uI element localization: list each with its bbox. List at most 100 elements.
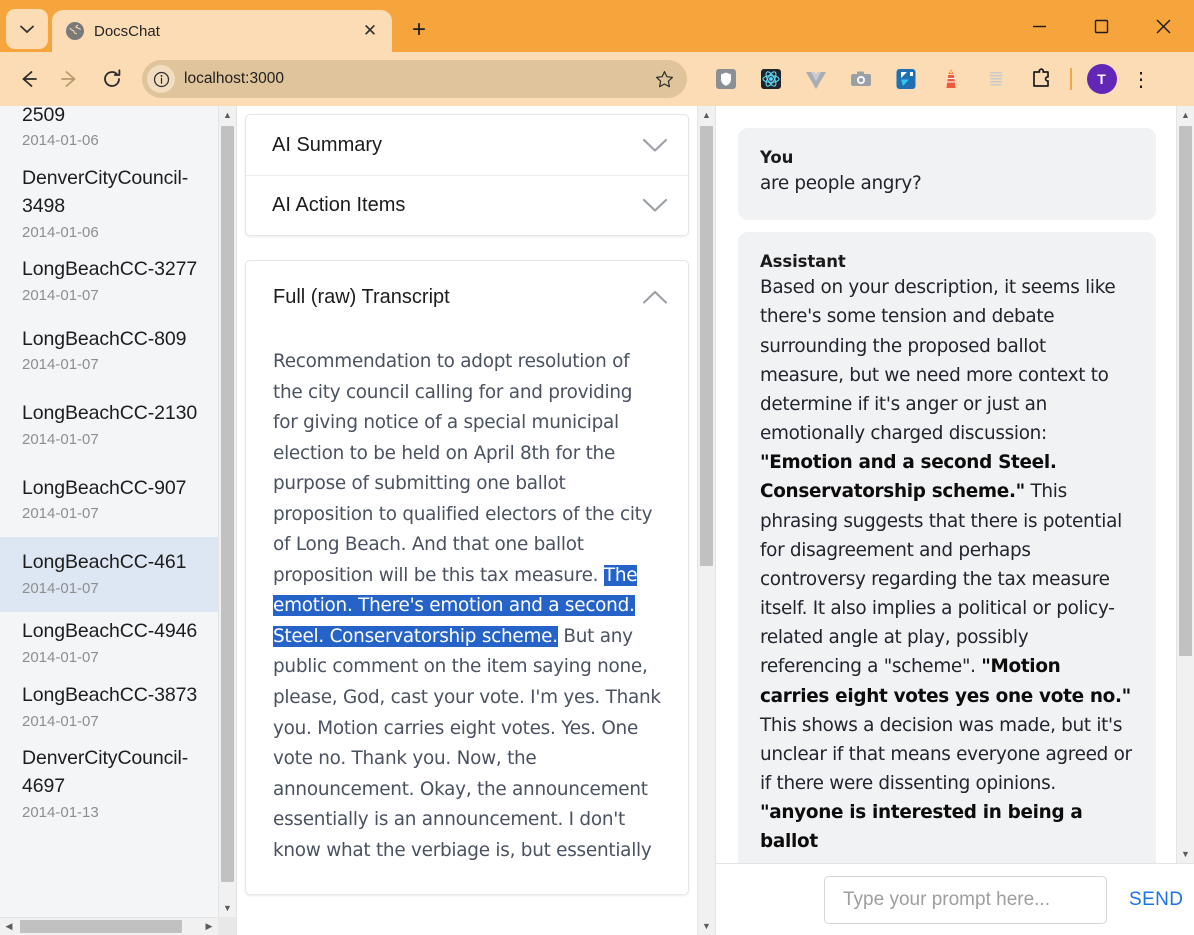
- scroll-down-icon[interactable]: ▼: [698, 917, 715, 935]
- document-title: LongBeachCC-3277: [22, 258, 198, 281]
- transcript-vertical-scrollbar[interactable]: ▲ ▼: [697, 106, 715, 935]
- seg-plain: This phrasing suggests that there is pot…: [760, 481, 1122, 678]
- document-title: LongBeachCC-4946: [22, 620, 198, 643]
- new-tab-button[interactable]: +: [402, 13, 436, 47]
- screenshot-camera-extension-icon[interactable]: [838, 59, 883, 99]
- chat-vertical-scrollbar[interactable]: ▲ ▼: [1176, 106, 1194, 863]
- address-bar[interactable]: localhost:3000: [142, 60, 687, 98]
- vue-devtools-extension-icon[interactable]: [793, 59, 838, 99]
- document-date: 2014-01-07: [22, 712, 99, 730]
- list-item[interactable]: LongBeachCC-907 2014-01-07: [0, 463, 236, 537]
- tab-search-button[interactable]: [6, 9, 48, 49]
- reload-icon[interactable]: [92, 59, 132, 99]
- scroll-right-icon[interactable]: ▶: [200, 921, 218, 932]
- chevron-down-icon[interactable]: [642, 138, 668, 153]
- document-sidebar: DenverCityCouncil-2509 2014-01-06 Denver…: [0, 106, 237, 935]
- sidebar-vertical-scrollbar[interactable]: ▲ ▼: [218, 106, 236, 935]
- seg-plain: Based on your description, it seems like…: [760, 277, 1116, 445]
- tab-title: DocsChat: [94, 22, 160, 40]
- document-date: 2014-01-06: [22, 132, 99, 150]
- message-text: Based on your description, it seems like…: [760, 273, 1134, 856]
- scroll-left-icon[interactable]: ◀: [0, 921, 18, 932]
- document-title: LongBeachCC-461: [22, 551, 187, 573]
- browser-toolbar: localhost:3000 T ⋮: [0, 52, 1194, 106]
- scroll-down-icon[interactable]: ▼: [219, 899, 236, 917]
- list-item[interactable]: DenverCityCouncil-4697 2014-01-13: [0, 739, 236, 830]
- list-item[interactable]: DenverCityCouncil-2509 2014-01-06: [0, 106, 236, 159]
- minimize-button[interactable]: [1008, 0, 1070, 52]
- scrollbar-thumb[interactable]: [700, 126, 713, 566]
- send-button[interactable]: SEND: [1119, 883, 1193, 917]
- seg-plain: This shows a decision was made, but it's…: [760, 714, 1132, 795]
- site-info-icon[interactable]: [147, 65, 175, 93]
- scroll-down-icon[interactable]: ▼: [1177, 845, 1194, 863]
- chevron-down-icon[interactable]: [642, 198, 668, 213]
- list-item[interactable]: LongBeachCC-3873 2014-01-07: [0, 676, 236, 739]
- react-devtools-extension-icon[interactable]: [748, 59, 793, 99]
- document-date: 2014-01-07: [22, 356, 99, 374]
- document-date: 2014-01-07: [22, 505, 99, 523]
- url-text: localhost:3000: [184, 70, 284, 87]
- shield-extension-icon[interactable]: [703, 59, 748, 99]
- lighthouse-extension-icon[interactable]: [928, 59, 973, 99]
- accordion-title: AI Action Items: [272, 194, 406, 216]
- seg-bold: "anyone is interested in being a ballot: [760, 802, 1083, 853]
- transcript-before: Recommendation to adopt resolution of th…: [273, 351, 653, 586]
- close-icon[interactable]: ✕: [358, 19, 382, 43]
- document-title: DenverCityCouncil-4697: [22, 747, 189, 797]
- message-role: Assistant: [760, 252, 846, 272]
- accordion-ai-summary[interactable]: AI Summary: [246, 115, 688, 175]
- scroll-up-icon[interactable]: ▲: [219, 106, 236, 124]
- chat-panel: You are people angry? Assistant Based on…: [715, 106, 1194, 935]
- forward-icon[interactable]: [50, 59, 90, 99]
- globe-icon: [66, 22, 84, 40]
- message-role: You: [760, 148, 794, 167]
- list-item[interactable]: LongBeachCC-4946 2014-01-07: [0, 612, 236, 675]
- list-item[interactable]: DenverCityCouncil-3498 2014-01-06: [0, 159, 236, 250]
- scrollbar-thumb-h[interactable]: [20, 920, 182, 933]
- document-title: DenverCityCouncil-3498: [22, 167, 189, 217]
- accordion-full-transcript[interactable]: Full (raw) Transcript: [246, 261, 688, 333]
- document-date: 2014-01-07: [22, 430, 99, 448]
- document-date: 2014-01-07: [22, 649, 99, 667]
- list-item-selected[interactable]: LongBeachCC-461 2014-01-07: [0, 537, 236, 613]
- toolbar-divider: [1070, 68, 1072, 90]
- document-date: 2014-01-07: [22, 579, 99, 597]
- scrollbar-thumb[interactable]: [1179, 126, 1192, 656]
- scroll-up-icon[interactable]: ▲: [1177, 106, 1194, 124]
- bookmark-star-icon[interactable]: [651, 66, 677, 92]
- window-controls: [1008, 0, 1194, 52]
- browser-menu-icon[interactable]: ⋮: [1124, 59, 1158, 99]
- document-date: 2014-01-06: [22, 223, 99, 241]
- transcript-card: Full (raw) Transcript Recommendation to …: [245, 260, 689, 896]
- sidebar-horizontal-scrollbar[interactable]: ◀ ▶: [0, 917, 218, 935]
- scrollbar-corner: [218, 917, 236, 935]
- document-list: DenverCityCouncil-2509 2014-01-06 Denver…: [0, 106, 236, 830]
- back-icon[interactable]: [8, 59, 48, 99]
- transcript-text[interactable]: Recommendation to adopt resolution of th…: [246, 333, 688, 890]
- chevron-up-icon[interactable]: [642, 290, 668, 305]
- tab-docschat[interactable]: DocsChat ✕: [52, 10, 392, 52]
- list-item[interactable]: LongBeachCC-2130 2014-01-07: [0, 388, 236, 462]
- scroll-up-icon[interactable]: ▲: [698, 106, 715, 124]
- bookmark-manager-extension-icon[interactable]: [883, 59, 928, 99]
- browser-window: DocsChat ✕ + localhost:3000 T ⋮ 2509 201…: [0, 0, 1194, 935]
- list-item[interactable]: LongBeachCC-3277 2014-01-07: [0, 250, 236, 313]
- stacked-lines-extension-icon[interactable]: [973, 59, 1018, 99]
- close-window-button[interactable]: [1132, 0, 1194, 52]
- document-title: LongBeachCC-2130: [22, 402, 198, 425]
- extensions-puzzle-icon[interactable]: [1018, 59, 1063, 99]
- profile-avatar[interactable]: T: [1079, 59, 1124, 99]
- accordion-title: AI Summary: [272, 133, 383, 156]
- document-title: LongBeachCC-809: [22, 327, 187, 350]
- document-detail-content: AI Summary AI Action Items Full (raw) Tr…: [237, 106, 715, 896]
- prompt-input[interactable]: [824, 875, 1107, 924]
- maximize-button[interactable]: [1070, 0, 1132, 52]
- accordion-ai-action-items[interactable]: AI Action Items: [246, 175, 688, 235]
- chat-input-bar: SEND: [716, 863, 1194, 935]
- chat-message-assistant: Assistant Based on your description, it …: [738, 232, 1156, 863]
- transcript-after: But any public comment on the item sayin…: [273, 625, 661, 861]
- list-item[interactable]: LongBeachCC-809 2014-01-07: [0, 314, 236, 388]
- scrollbar-thumb[interactable]: [221, 126, 234, 882]
- page-viewport: DenverCityCouncil-2509 2014-01-06 Denver…: [0, 106, 1194, 935]
